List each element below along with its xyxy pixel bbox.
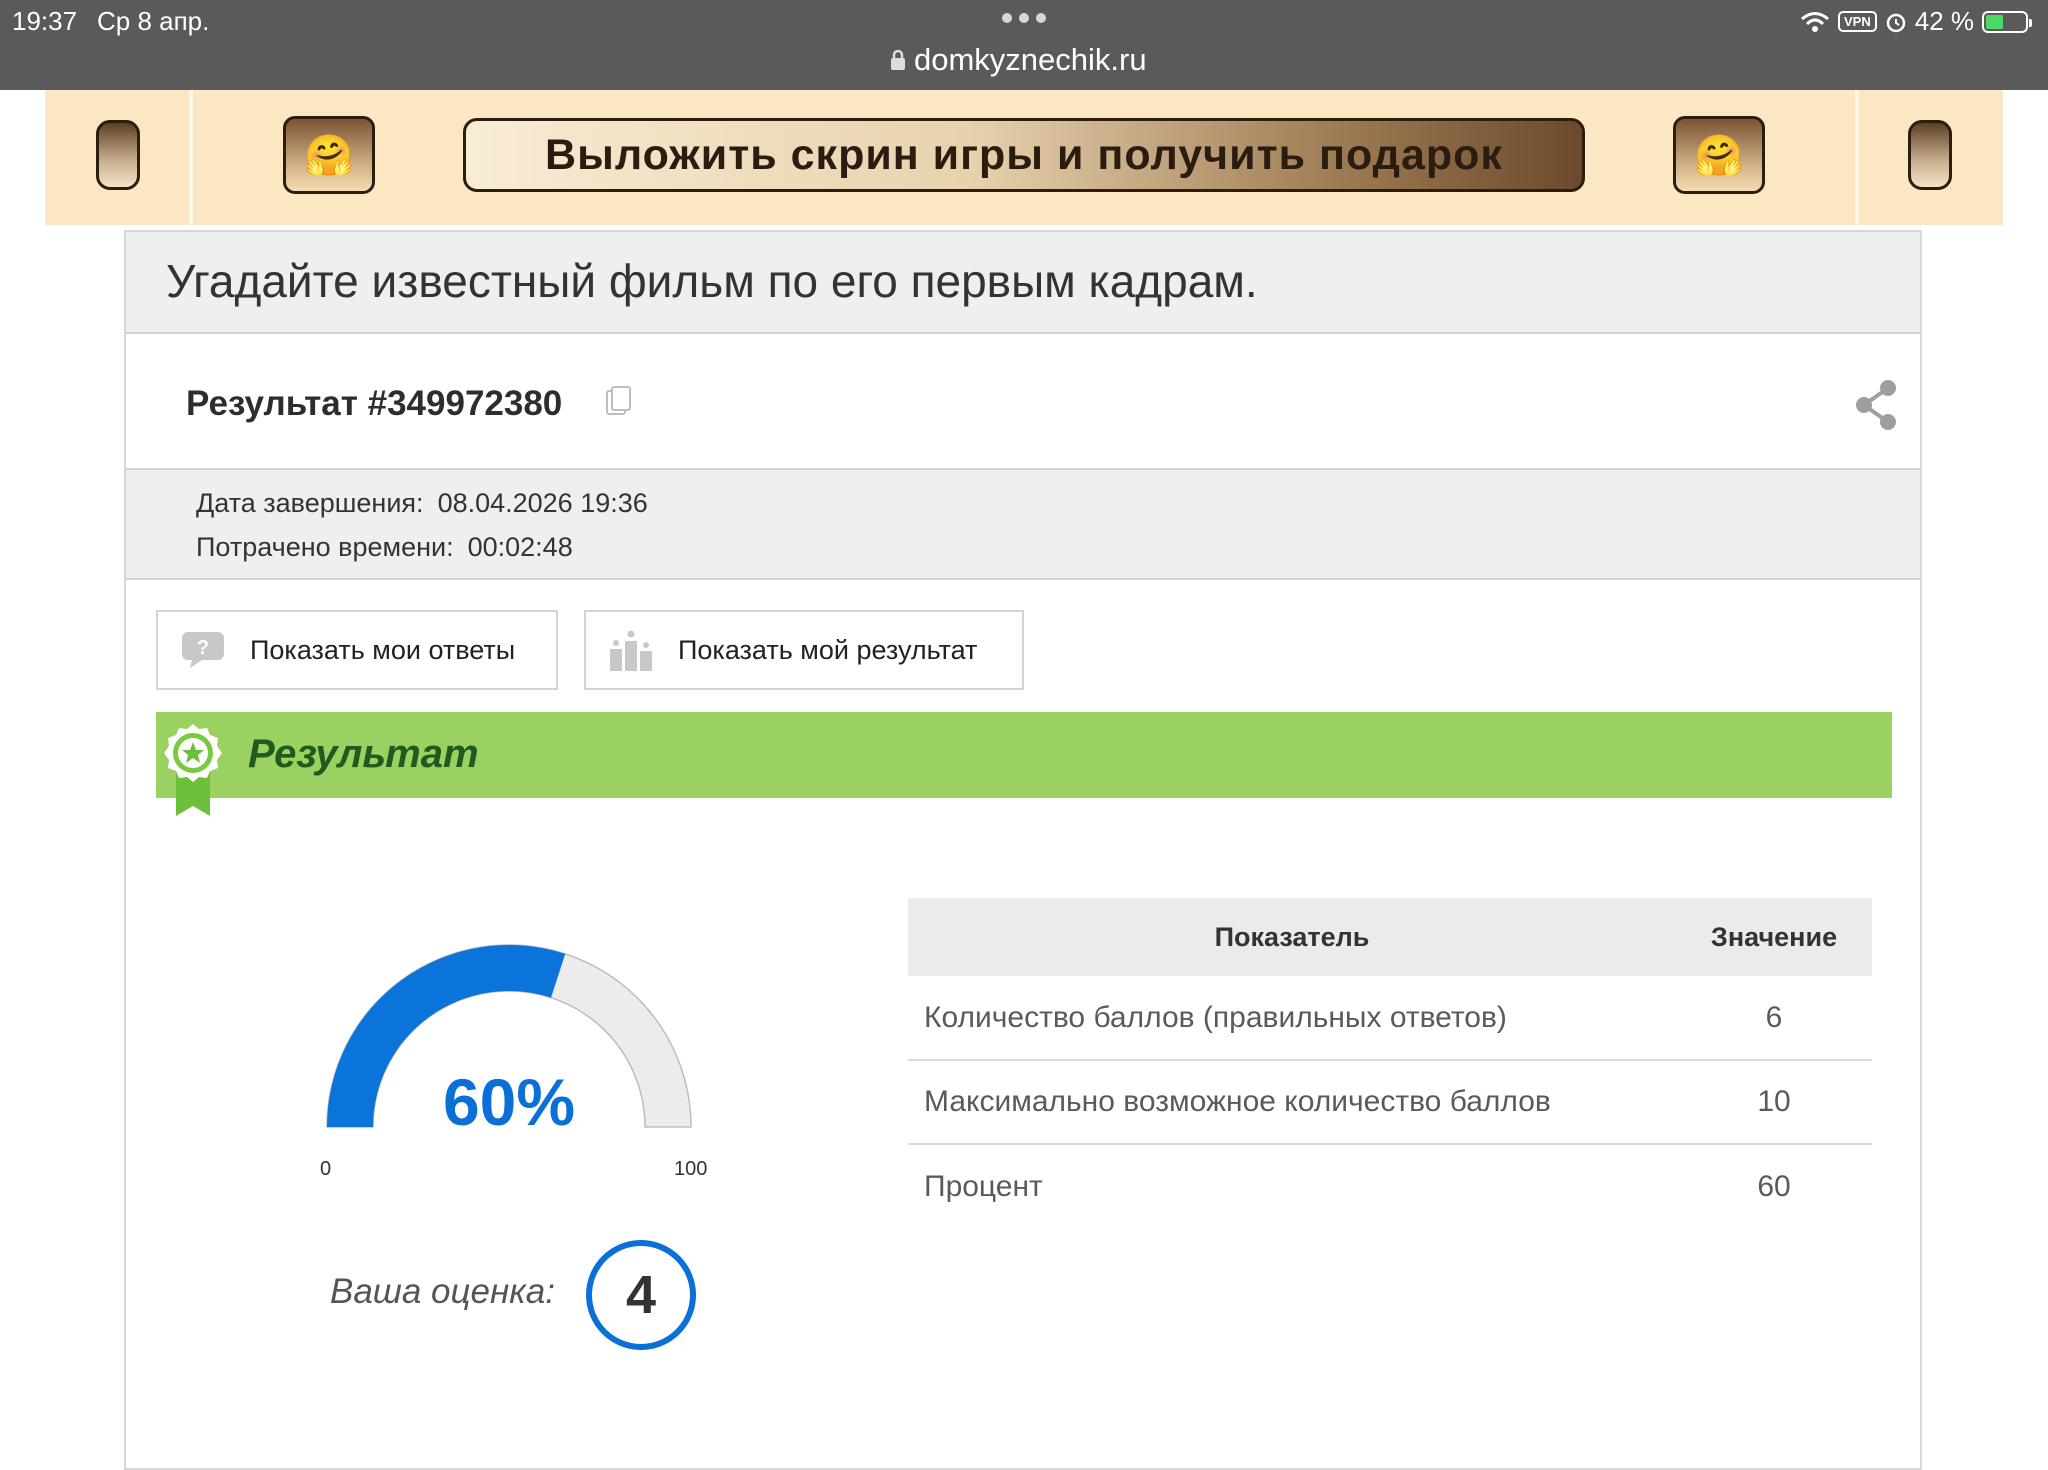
show-answers-button[interactable]: ? Показать мои ответы xyxy=(156,610,558,690)
award-badge-icon xyxy=(164,724,222,816)
wifi-icon xyxy=(1801,11,1829,32)
result-section-header: Результат xyxy=(156,712,1892,816)
show-result-button[interactable]: Показать мой результат xyxy=(584,610,1024,690)
row-value: 60 xyxy=(1757,1169,1791,1203)
battery-icon xyxy=(1982,10,2032,33)
page-title: Угадайте известный фильм по его первым к… xyxy=(166,255,1258,307)
result-id-row: Результат #349972380 xyxy=(126,334,1920,470)
date: Ср 8 апр. xyxy=(97,6,210,36)
gauge-percent: 60% xyxy=(442,1065,576,1139)
column-header-value: Значение xyxy=(1676,898,1872,976)
stats-table: Показатель Значение Количество баллов (п… xyxy=(908,898,1872,1228)
promo-button[interactable]: Выложить скрин игры и получить подарок xyxy=(463,118,1585,192)
promo-divider xyxy=(189,90,193,225)
promo-banner: 🤗 Выложить скрин игры и получить подарок… xyxy=(45,90,2003,225)
completed-value: 08.04.2026 19:36 xyxy=(437,488,648,518)
clock: 19:37 xyxy=(12,6,78,36)
svg-text:?: ? xyxy=(197,637,209,659)
table-row: Процент 60 xyxy=(908,1144,1872,1228)
hugging-face-icon: 🤗 xyxy=(1673,116,1765,194)
time-spent-label: Потрачено времени: xyxy=(196,532,454,562)
result-section-title: Результат xyxy=(248,732,479,776)
status-indicators: VPN 42 % xyxy=(1800,6,2032,37)
lock-icon xyxy=(891,49,905,70)
result-info: Дата завершения: 08.04.2026 19:36 Потраче… xyxy=(126,470,1920,580)
result-card: Угадайте известный фильм по его первым к… xyxy=(124,230,1922,1470)
row-value: 10 xyxy=(1676,1060,1872,1145)
row-value: 6 xyxy=(1676,976,1872,1061)
grade-value: 4 xyxy=(586,1240,696,1350)
address-bar[interactable]: domkyznechik.ru xyxy=(890,42,1147,78)
copy-icon[interactable] xyxy=(606,386,632,416)
question-bubble-icon: ? xyxy=(182,632,224,668)
promo-decor-pill xyxy=(1908,120,1952,190)
gauge-max-label: 100 xyxy=(674,1158,708,1180)
row-label: Максимально возможное количество баллов xyxy=(908,1060,1676,1145)
time-spent-line: Потрачено времени: 00:02:48 xyxy=(196,532,573,563)
row-label: Количество баллов (правильных ответов) xyxy=(908,976,1676,1061)
share-icon[interactable] xyxy=(1852,378,1898,432)
table-row: Максимально возможное количество баллов … xyxy=(908,1060,1872,1145)
podium-icon xyxy=(610,630,652,671)
hugging-face-icon: 🤗 xyxy=(283,116,375,194)
result-id: Результат #349972380 xyxy=(186,384,563,423)
promo-decor-pill xyxy=(96,120,140,190)
show-result-label: Показать мой результат xyxy=(678,634,978,665)
more-dots-icon[interactable] xyxy=(1002,13,1046,23)
column-header-indicator: Показатель xyxy=(908,898,1676,976)
status-bar: 19:37 Ср 8 апр. domkyznechik.ru VPN 42 % xyxy=(0,0,2048,90)
completed-label: Дата завершения: xyxy=(196,488,424,518)
row-label: Процент xyxy=(924,1169,1043,1203)
card-header: Угадайте известный фильм по его первым к… xyxy=(126,232,1920,334)
grade-label: Ваша оценка: xyxy=(330,1272,555,1311)
gauge-min-label: 0 xyxy=(320,1158,332,1180)
table-row: Количество баллов (правильных ответов) 6 xyxy=(908,976,1872,1061)
alarm-icon xyxy=(1886,13,1905,32)
url-text: domkyznechik.ru xyxy=(914,42,1147,77)
promo-divider xyxy=(1855,90,1859,225)
battery-percent: 42 % xyxy=(1914,6,1974,36)
time-spent-value: 00:02:48 xyxy=(467,532,573,562)
completed-line: Дата завершения: 08.04.2026 19:36 xyxy=(196,488,648,519)
show-answers-label: Показать мои ответы xyxy=(250,634,516,665)
vpn-badge: VPN xyxy=(1838,11,1877,32)
table-header-row: Показатель Значение xyxy=(908,898,1872,976)
